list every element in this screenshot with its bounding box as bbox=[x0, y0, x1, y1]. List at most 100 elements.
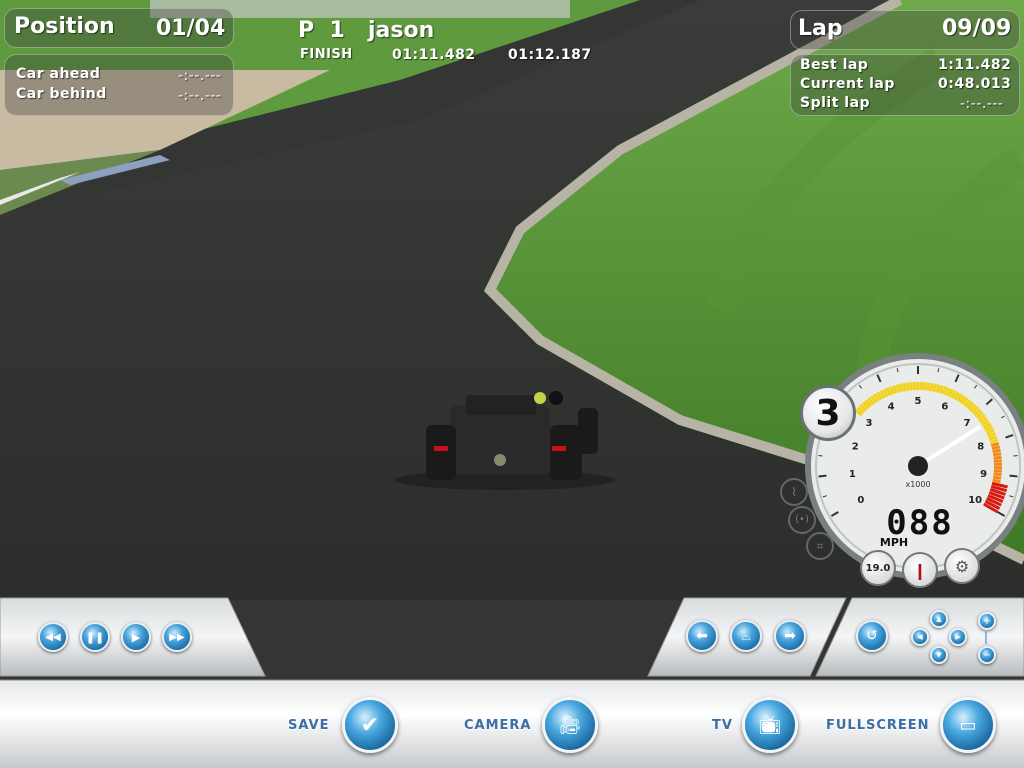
rpm-arc-segment bbox=[992, 452, 1002, 457]
fullscreen-label: FULLSCREEN bbox=[826, 718, 930, 733]
fullscreen-button[interactable]: ▭ bbox=[940, 697, 996, 753]
fast-forward-icon: ▶▶ bbox=[169, 631, 185, 643]
rpm-arc-segment bbox=[929, 382, 934, 392]
rpm-arc-segment bbox=[926, 382, 931, 391]
rpm-tick-label: 10 bbox=[968, 495, 982, 506]
rpm-tick bbox=[818, 474, 827, 478]
next-car-button[interactable]: ➡ bbox=[774, 620, 806, 652]
rpm-arc-segment bbox=[905, 382, 910, 391]
rewind-button[interactable]: ◀◀ bbox=[38, 622, 68, 652]
traction-icon: ⌇ bbox=[780, 478, 808, 506]
position-label: Position bbox=[14, 14, 115, 39]
zoom-out-button[interactable]: − bbox=[978, 646, 996, 664]
camera-left-button[interactable]: ◀ bbox=[911, 628, 929, 646]
camera-up-button[interactable]: ▲ bbox=[930, 610, 948, 628]
camera-down-button[interactable]: ▼ bbox=[930, 646, 948, 664]
rpm-arc-segment bbox=[993, 472, 1002, 477]
fuel-gauge: 19.0 bbox=[860, 550, 896, 586]
save-button[interactable]: ✔ bbox=[342, 697, 398, 753]
arrow-up-icon: ▲ bbox=[936, 615, 942, 623]
rpm-tick bbox=[1009, 474, 1018, 478]
checkmark-icon: ✔ bbox=[360, 712, 380, 738]
rpm-arc-segment bbox=[992, 478, 1001, 484]
best-lap-label: Best lap bbox=[800, 57, 869, 73]
gear-indicator: 3 bbox=[800, 385, 856, 441]
rpm-arc-segment bbox=[992, 475, 1002, 480]
pause-button[interactable]: ❚❚ bbox=[80, 622, 110, 652]
plus-icon: + bbox=[982, 615, 992, 627]
minus-icon: − bbox=[982, 649, 992, 661]
tv-icon: 📺︎ bbox=[758, 714, 782, 736]
rpm-multiplier: x1000 bbox=[905, 480, 930, 489]
pause-icon: ❚❚ bbox=[85, 630, 105, 644]
rpm-tick-label: 8 bbox=[977, 442, 984, 453]
rpm-arc-segment bbox=[922, 382, 927, 391]
race-status: FINISH bbox=[300, 47, 353, 62]
rpm-arc-segment bbox=[990, 441, 1000, 448]
rpm-arc-segment bbox=[899, 383, 904, 392]
fuel-value: 19.0 bbox=[865, 562, 891, 574]
chassis-icon: ⌗ bbox=[806, 532, 834, 560]
camera-right-button[interactable]: ▶ bbox=[949, 628, 967, 646]
rpm-tick-label: 2 bbox=[852, 442, 859, 453]
reset-camera-button[interactable]: ↺ bbox=[856, 620, 888, 652]
rpm-arc-segment bbox=[909, 382, 914, 391]
rpm-tick-label: 9 bbox=[980, 469, 987, 480]
play-button[interactable]: ▶ bbox=[121, 622, 151, 652]
speed-unit: MPH bbox=[880, 536, 908, 549]
tv-label: TV bbox=[712, 718, 733, 733]
movie-camera-icon: 🎥︎ bbox=[558, 714, 582, 736]
rpm-tick-label: 5 bbox=[915, 396, 922, 407]
tv-button[interactable]: 📺︎ bbox=[742, 697, 798, 753]
fast-forward-button[interactable]: ▶▶ bbox=[162, 622, 192, 652]
best-time: 01:11.482 bbox=[392, 47, 476, 63]
zoom-in-button[interactable]: + bbox=[978, 612, 996, 630]
rpm-arc-segment bbox=[935, 384, 941, 393]
camera-button[interactable]: 🎥︎ bbox=[542, 697, 598, 753]
rpm-arc-segment bbox=[992, 448, 1001, 454]
rpm-tick-label: 3 bbox=[865, 418, 872, 429]
car-behind-label: Car behind bbox=[16, 86, 107, 102]
rpm-tick-label: 0 bbox=[857, 495, 864, 506]
abs-icon: (•) bbox=[788, 506, 816, 534]
current-lap-label: Current lap bbox=[800, 76, 895, 92]
arrow-down-icon: ▼ bbox=[936, 651, 942, 659]
car-view-button[interactable]: ⌓ bbox=[730, 620, 762, 652]
rpm-arc-segment bbox=[932, 383, 937, 392]
position-value: 01/04 bbox=[156, 16, 226, 41]
rpm-arc-segment bbox=[991, 445, 1001, 451]
car-ahead-label: Car ahead bbox=[16, 66, 101, 82]
driver-name: jason bbox=[368, 18, 435, 43]
play-icon: ▶ bbox=[131, 630, 141, 644]
rpm-tick-label: 7 bbox=[964, 418, 971, 429]
wrench-icon[interactable]: ⚙ bbox=[944, 548, 980, 584]
best-lap-value: 1:11.482 bbox=[938, 57, 1012, 73]
rotate-icon: ↺ bbox=[866, 628, 878, 644]
rpm-arc-segment bbox=[993, 459, 1002, 463]
arrow-right-small-icon: ▶ bbox=[955, 633, 961, 641]
arrow-left-icon: ⬅ bbox=[696, 628, 708, 644]
temperature-icon: ❙ bbox=[902, 552, 938, 588]
split-lap-value: -:--.--- bbox=[960, 96, 1004, 112]
lap-label: Lap bbox=[798, 16, 843, 41]
window-icon: ▭ bbox=[959, 714, 977, 736]
current-lap-value: 0:48.013 bbox=[938, 76, 1012, 92]
arrow-right-icon: ➡ bbox=[784, 628, 796, 644]
last-time: 01:12.187 bbox=[508, 47, 592, 63]
rpm-arc-segment bbox=[993, 455, 1002, 460]
car-icon: ⌓ bbox=[741, 628, 751, 643]
rpm-tick-label: 4 bbox=[888, 402, 895, 413]
rpm-arc-segment bbox=[993, 469, 1002, 473]
previous-car-button[interactable]: ⬅ bbox=[686, 620, 718, 652]
gap-panel bbox=[4, 54, 234, 116]
car-ahead-value: -:--.--- bbox=[178, 68, 222, 84]
camera-label: CAMERA bbox=[464, 718, 532, 733]
rpm-arc-segment bbox=[895, 384, 901, 393]
split-lap-label: Split lap bbox=[800, 95, 871, 111]
arrow-left-small-icon: ◀ bbox=[917, 633, 923, 641]
rpm-arc-segment bbox=[902, 382, 907, 392]
rpm-tick-label: 6 bbox=[941, 402, 948, 413]
lap-value: 09/09 bbox=[942, 16, 1012, 41]
rpm-tick-label: 1 bbox=[849, 469, 856, 480]
zoom-slider[interactable] bbox=[985, 630, 987, 644]
